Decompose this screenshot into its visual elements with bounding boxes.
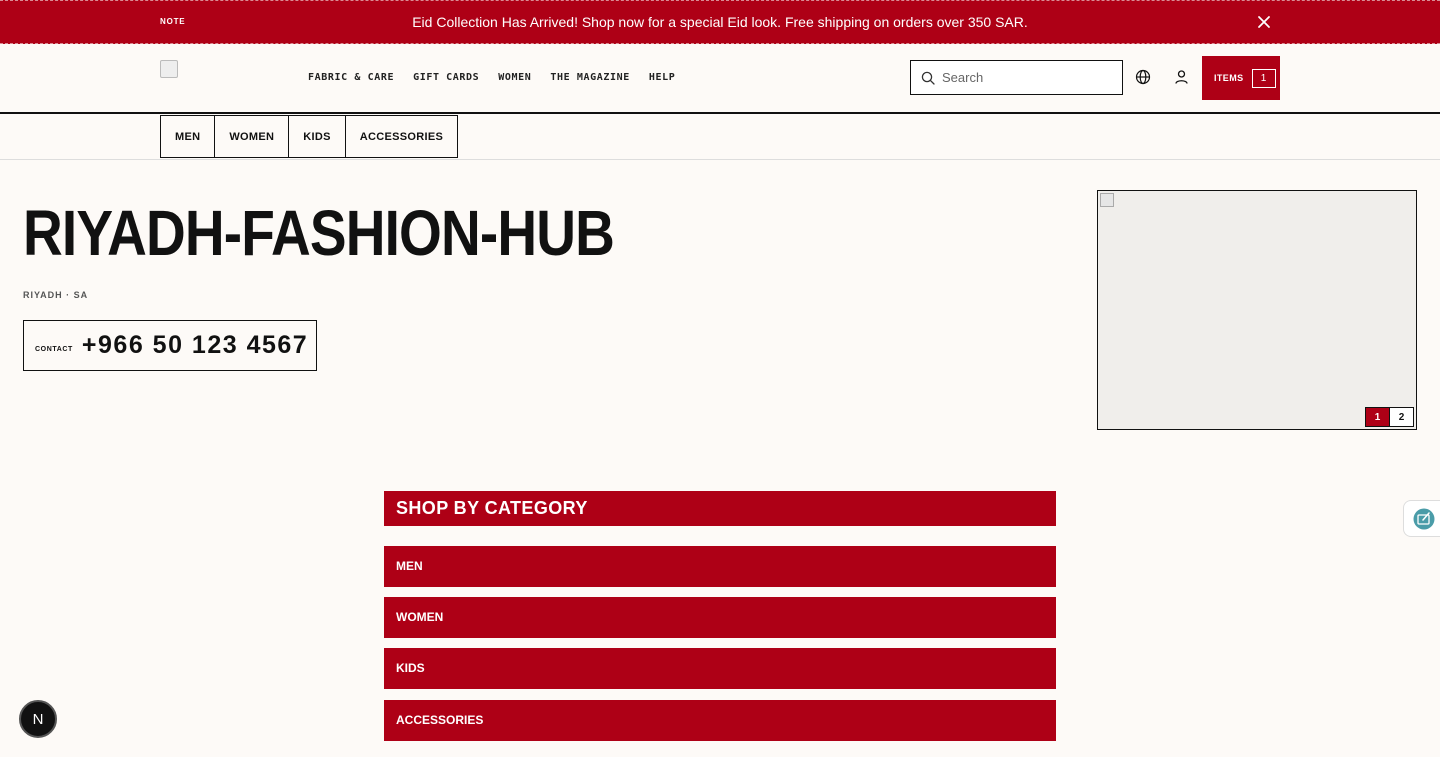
cart-button[interactable]: ITEMS 1 bbox=[1202, 56, 1280, 100]
announcement-bar: NOTE Eid Collection Has Arrived! Shop no… bbox=[0, 0, 1440, 44]
nav-women[interactable]: WOMEN bbox=[498, 72, 531, 83]
contact-box: CONTACT +966 50 123 4567 bbox=[23, 320, 317, 371]
category-subnav: MEN WOMEN KIDS ACCESSORIES bbox=[0, 114, 1440, 160]
globe-icon[interactable] bbox=[1135, 69, 1151, 85]
announcement-message: Eid Collection Has Arrived! Shop now for… bbox=[412, 14, 1028, 30]
nav-help[interactable]: HELP bbox=[649, 72, 675, 83]
category-women[interactable]: WOMEN bbox=[384, 597, 1056, 638]
dev-badge[interactable]: N bbox=[19, 700, 57, 738]
logo-image[interactable] bbox=[160, 60, 178, 78]
store-title: RIYADH-FASHION-HUB bbox=[23, 197, 615, 269]
main-nav: FABRIC & CARE GIFT CARDS WOMEN THE MAGAZ… bbox=[308, 72, 675, 83]
store-image-carousel[interactable]: 1 2 bbox=[1097, 190, 1417, 430]
carousel-page-1[interactable]: 1 bbox=[1365, 407, 1390, 427]
subnav-women[interactable]: WOMEN bbox=[214, 115, 290, 158]
subnav-kids[interactable]: KIDS bbox=[288, 115, 346, 158]
search-box bbox=[910, 60, 1123, 95]
subnav-accessories[interactable]: ACCESSORIES bbox=[344, 115, 459, 158]
carousel-pager: 1 2 bbox=[1365, 407, 1414, 427]
shop-by-category-heading: SHOP BY CATEGORY bbox=[384, 491, 1056, 526]
carousel-page-2[interactable]: 2 bbox=[1389, 407, 1414, 427]
nav-gift-cards[interactable]: GIFT CARDS bbox=[413, 72, 479, 83]
category-men[interactable]: MEN bbox=[384, 546, 1056, 587]
broken-image-icon bbox=[1100, 193, 1114, 207]
edit-icon bbox=[1413, 508, 1435, 530]
subnav-men[interactable]: MEN bbox=[160, 115, 216, 158]
search-input[interactable] bbox=[942, 70, 1112, 85]
nav-magazine[interactable]: THE MAGAZINE bbox=[550, 72, 629, 83]
contact-label: CONTACT bbox=[35, 346, 73, 353]
user-icon[interactable] bbox=[1174, 69, 1189, 85]
cart-count: 1 bbox=[1251, 68, 1276, 88]
nav-fabric-care[interactable]: FABRIC & CARE bbox=[308, 72, 394, 83]
phone-number[interactable]: +966 50 123 4567 bbox=[82, 331, 308, 360]
close-icon[interactable] bbox=[1256, 14, 1272, 30]
feedback-widget[interactable] bbox=[1403, 500, 1440, 537]
category-accessories[interactable]: ACCESSORIES bbox=[384, 700, 1056, 741]
store-location: RIYADH · SA bbox=[23, 290, 89, 300]
site-header: FABRIC & CARE GIFT CARDS WOMEN THE MAGAZ… bbox=[0, 44, 1440, 114]
cart-label: ITEMS bbox=[1214, 73, 1244, 83]
search-icon bbox=[921, 71, 935, 85]
category-kids[interactable]: KIDS bbox=[384, 648, 1056, 689]
